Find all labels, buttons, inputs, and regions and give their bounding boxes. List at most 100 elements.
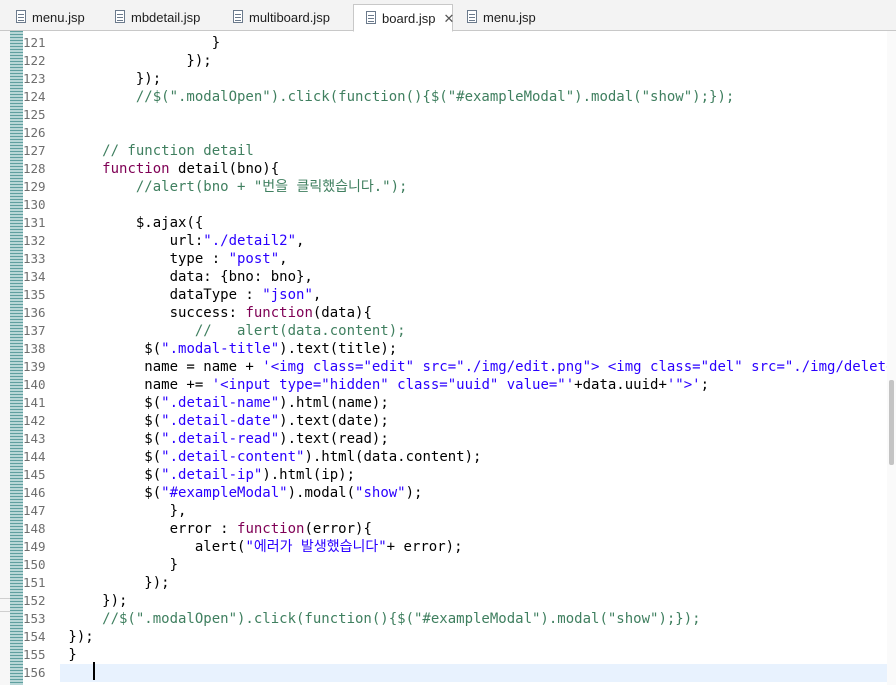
code-line[interactable]: }, bbox=[60, 502, 896, 520]
code-text: } bbox=[60, 557, 179, 573]
code-line[interactable]: alert("에러가 발생했습니다"+ error); bbox=[60, 538, 896, 556]
code-line[interactable]: dataType : "json", bbox=[60, 286, 896, 304]
code-line[interactable]: } bbox=[60, 646, 896, 664]
line-number: 146 bbox=[23, 485, 46, 500]
code-text: ; bbox=[700, 377, 710, 393]
code-line[interactable]: // alert(data.content); bbox=[60, 322, 896, 340]
tab-board-jsp[interactable]: board.jsp ✕ bbox=[353, 4, 454, 32]
code-line[interactable]: $(".modal-title").text(title); bbox=[60, 340, 896, 358]
code-line[interactable]: //alert(bno + "번을 클릭했습니다."); bbox=[60, 178, 896, 196]
code-line[interactable]: //$(".modalOpen").click(function(){$("#e… bbox=[60, 88, 896, 106]
vertical-scrollbar[interactable] bbox=[887, 31, 896, 685]
line-number: 142 bbox=[23, 413, 46, 428]
code-line[interactable] bbox=[60, 664, 896, 682]
code-line[interactable]: name += '<input type="hidden" class="uui… bbox=[60, 376, 896, 394]
line-number: 139 bbox=[23, 359, 46, 374]
line-number: 156 bbox=[23, 665, 46, 680]
code-line[interactable]: $(".detail-name").html(name); bbox=[60, 394, 896, 412]
line-number: 133 bbox=[23, 251, 46, 266]
code-line[interactable] bbox=[60, 124, 896, 142]
line-number: 147 bbox=[23, 503, 46, 518]
line-number: 130 bbox=[23, 197, 46, 212]
line-number: 145 bbox=[23, 467, 46, 482]
code-comment: //$(".modalOpen").click(function(){$("#e… bbox=[60, 89, 735, 105]
line-number: 125 bbox=[23, 107, 46, 122]
line-number: 132 bbox=[23, 233, 46, 248]
line-number: 151 bbox=[23, 575, 46, 590]
code-line[interactable]: } bbox=[60, 556, 896, 574]
code-line[interactable]: }); bbox=[60, 592, 896, 610]
code-line[interactable]: }); bbox=[60, 70, 896, 88]
code-string: "에러가 발생했습니다" bbox=[245, 539, 387, 555]
line-number: 121 bbox=[23, 35, 46, 50]
code-line[interactable]: function detail(bno){ bbox=[60, 160, 896, 178]
code-line[interactable]: //$(".modalOpen").click(function(){$("#e… bbox=[60, 610, 896, 628]
code-text: data: {bno: bno}, bbox=[60, 269, 313, 285]
code-text: } bbox=[60, 647, 77, 663]
code-text: , bbox=[312, 287, 322, 303]
code-text: ).text(date); bbox=[279, 413, 389, 429]
code-text: alert( bbox=[60, 539, 246, 555]
jsp-file-icon bbox=[115, 10, 125, 23]
code-line[interactable]: name = name + '<img class="edit" src="./… bbox=[60, 358, 896, 376]
code-line[interactable]: $(".detail-date").text(date); bbox=[60, 412, 896, 430]
code-line[interactable] bbox=[60, 106, 896, 124]
line-number: 155 bbox=[23, 647, 46, 662]
jsp-file-icon bbox=[16, 10, 26, 23]
tab-label: board.jsp bbox=[382, 11, 436, 26]
code-line[interactable]: $(".detail-content").html(data.content); bbox=[60, 448, 896, 466]
code-line[interactable]: }); bbox=[60, 628, 896, 646]
code-string: ".detail-name" bbox=[161, 395, 280, 411]
line-number: 123 bbox=[23, 71, 46, 86]
code-text: }); bbox=[60, 629, 94, 645]
scrollbar-thumb[interactable] bbox=[889, 380, 894, 465]
change-ruler bbox=[10, 31, 23, 685]
code-string: ".detail-read" bbox=[161, 431, 280, 447]
code-text: } bbox=[60, 35, 221, 51]
line-number: 149 bbox=[23, 539, 46, 554]
code-text: $( bbox=[60, 413, 162, 429]
line-number: 131 bbox=[23, 215, 46, 230]
edge-mark bbox=[0, 611, 10, 612]
code-text: }); bbox=[60, 575, 170, 591]
code-text: , bbox=[296, 233, 305, 249]
code-line[interactable]: // function detail bbox=[60, 142, 896, 160]
tab-multiboard-jsp[interactable]: multiboard.jsp bbox=[221, 4, 349, 31]
code-line[interactable]: url:"./detail2", bbox=[60, 232, 896, 250]
code-line[interactable]: } bbox=[60, 34, 896, 52]
code-text: name = name + bbox=[60, 359, 263, 375]
code-text: $.ajax({ bbox=[60, 215, 204, 231]
code-comment: //alert(bno + "번을 클릭했습니다."); bbox=[60, 179, 408, 195]
code-text: (data){ bbox=[312, 305, 372, 321]
code-line[interactable]: $(".detail-ip").html(ip); bbox=[60, 466, 896, 484]
code-editor[interactable]: } }); }); //$(".modalOpen").click(functi… bbox=[60, 31, 896, 685]
code-line[interactable]: }); bbox=[60, 52, 896, 70]
code-comment: // function detail bbox=[60, 143, 254, 159]
line-number: 154 bbox=[23, 629, 46, 644]
tab-menu-jsp[interactable]: menu.jsp bbox=[4, 4, 101, 31]
tab-mbdetail-jsp[interactable]: mbdetail.jsp bbox=[103, 4, 216, 31]
code-line[interactable]: $(".detail-read").text(read); bbox=[60, 430, 896, 448]
code-line[interactable]: error : function(error){ bbox=[60, 520, 896, 538]
code-text: $( bbox=[60, 449, 162, 465]
code-string: '<input type="hidden" class="uuid" value… bbox=[211, 377, 575, 393]
code-text: error : bbox=[60, 521, 238, 537]
code-text: + error); bbox=[386, 539, 463, 555]
tab-label: mbdetail.jsp bbox=[131, 10, 201, 25]
code-text: $( bbox=[60, 341, 162, 357]
edge-mark bbox=[0, 598, 10, 599]
code-line[interactable]: $("#exampleModal").modal("show"); bbox=[60, 484, 896, 502]
editor-left-edge bbox=[0, 31, 10, 685]
code-line[interactable]: data: {bno: bno}, bbox=[60, 268, 896, 286]
code-string: ".detail-date" bbox=[161, 413, 280, 429]
close-tab-icon[interactable]: ✕ bbox=[443, 5, 454, 32]
code-line[interactable]: }); bbox=[60, 574, 896, 592]
code-line[interactable]: success: function(data){ bbox=[60, 304, 896, 322]
code-text: }); bbox=[60, 53, 212, 69]
line-number: 122 bbox=[23, 53, 46, 68]
tab-menu-jsp-2[interactable]: menu.jsp bbox=[455, 4, 545, 31]
code-line[interactable]: type : "post", bbox=[60, 250, 896, 268]
code-line[interactable] bbox=[60, 196, 896, 214]
code-line[interactable]: $.ajax({ bbox=[60, 214, 896, 232]
code-text: ).html(data.content); bbox=[304, 449, 482, 465]
